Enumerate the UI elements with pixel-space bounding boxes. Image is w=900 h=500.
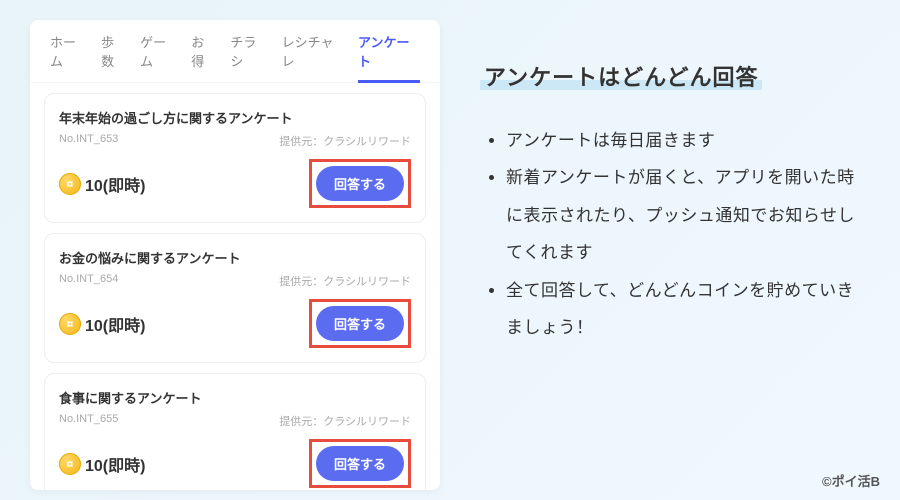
bullet-item: 全て回答して、どんどんコインを貯めていきましょう！ (506, 272, 870, 347)
reward-label: ¤ 10(即時) (59, 452, 145, 476)
reward-label: ¤ 10(即時) (59, 172, 145, 196)
survey-id: No.INT_655 (59, 413, 118, 429)
survey-title: お金の悩みに関するアンケート (59, 248, 411, 267)
app-screenshot: ホーム歩数ゲームお得チラシレシチャレアンケート 年末年始の過ごし方に関するアンケ… (30, 20, 440, 490)
answer-button[interactable]: 回答する (316, 166, 404, 201)
tab-ゲーム[interactable]: ゲーム (140, 32, 177, 82)
survey-meta: No.INT_654 提供元：クラシルリワード (59, 273, 411, 289)
tab-歩数[interactable]: 歩数 (101, 32, 126, 82)
survey-card: 年末年始の過ごし方に関するアンケート No.INT_653 提供元：クラシルリワ… (44, 93, 426, 223)
bullet-list: アンケートは毎日届きます新着アンケートが届くと、アプリを開いた時に表示されたり、… (480, 122, 870, 346)
tab-アンケート[interactable]: アンケート (358, 32, 420, 83)
explanation-panel: アンケートはどんどん回答 アンケートは毎日届きます新着アンケートが届くと、アプリ… (480, 20, 870, 490)
section-heading: アンケートはどんどん回答 (480, 65, 762, 90)
tab-レシチャレ[interactable]: レシチャレ (282, 32, 344, 82)
survey-provider: 提供元：クラシルリワード (279, 133, 411, 149)
answer-button[interactable]: 回答する (316, 446, 404, 481)
tab-チラシ[interactable]: チラシ (230, 32, 267, 82)
bullet-item: アンケートは毎日届きます (506, 122, 870, 159)
highlight-box: 回答する (309, 299, 411, 348)
survey-provider: 提供元：クラシルリワード (279, 413, 411, 429)
survey-list: 年末年始の過ごし方に関するアンケート No.INT_653 提供元：クラシルリワ… (30, 93, 440, 490)
survey-id: No.INT_653 (59, 133, 118, 149)
highlight-box: 回答する (309, 439, 411, 488)
survey-provider: 提供元：クラシルリワード (279, 273, 411, 289)
answer-button[interactable]: 回答する (316, 306, 404, 341)
survey-title: 年末年始の過ごし方に関するアンケート (59, 108, 411, 127)
copyright: ©ポイ活B (822, 471, 880, 490)
coin-icon: ¤ (59, 173, 81, 195)
tab-お得[interactable]: お得 (191, 32, 216, 82)
reward-label: ¤ 10(即時) (59, 312, 145, 336)
survey-meta: No.INT_653 提供元：クラシルリワード (59, 133, 411, 149)
coin-icon: ¤ (59, 453, 81, 475)
survey-title: 食事に関するアンケート (59, 388, 411, 407)
tab-bar: ホーム歩数ゲームお得チラシレシチャレアンケート (30, 20, 440, 83)
highlight-box: 回答する (309, 159, 411, 208)
tab-ホーム[interactable]: ホーム (50, 32, 87, 82)
coin-icon: ¤ (59, 313, 81, 335)
survey-card: 食事に関するアンケート No.INT_655 提供元：クラシルリワード ¤ 10… (44, 373, 426, 490)
survey-meta: No.INT_655 提供元：クラシルリワード (59, 413, 411, 429)
survey-id: No.INT_654 (59, 273, 118, 289)
survey-card: お金の悩みに関するアンケート No.INT_654 提供元：クラシルリワード ¤… (44, 233, 426, 363)
bullet-item: 新着アンケートが届くと、アプリを開いた時に表示されたり、プッシュ通知でお知らせし… (506, 159, 870, 271)
